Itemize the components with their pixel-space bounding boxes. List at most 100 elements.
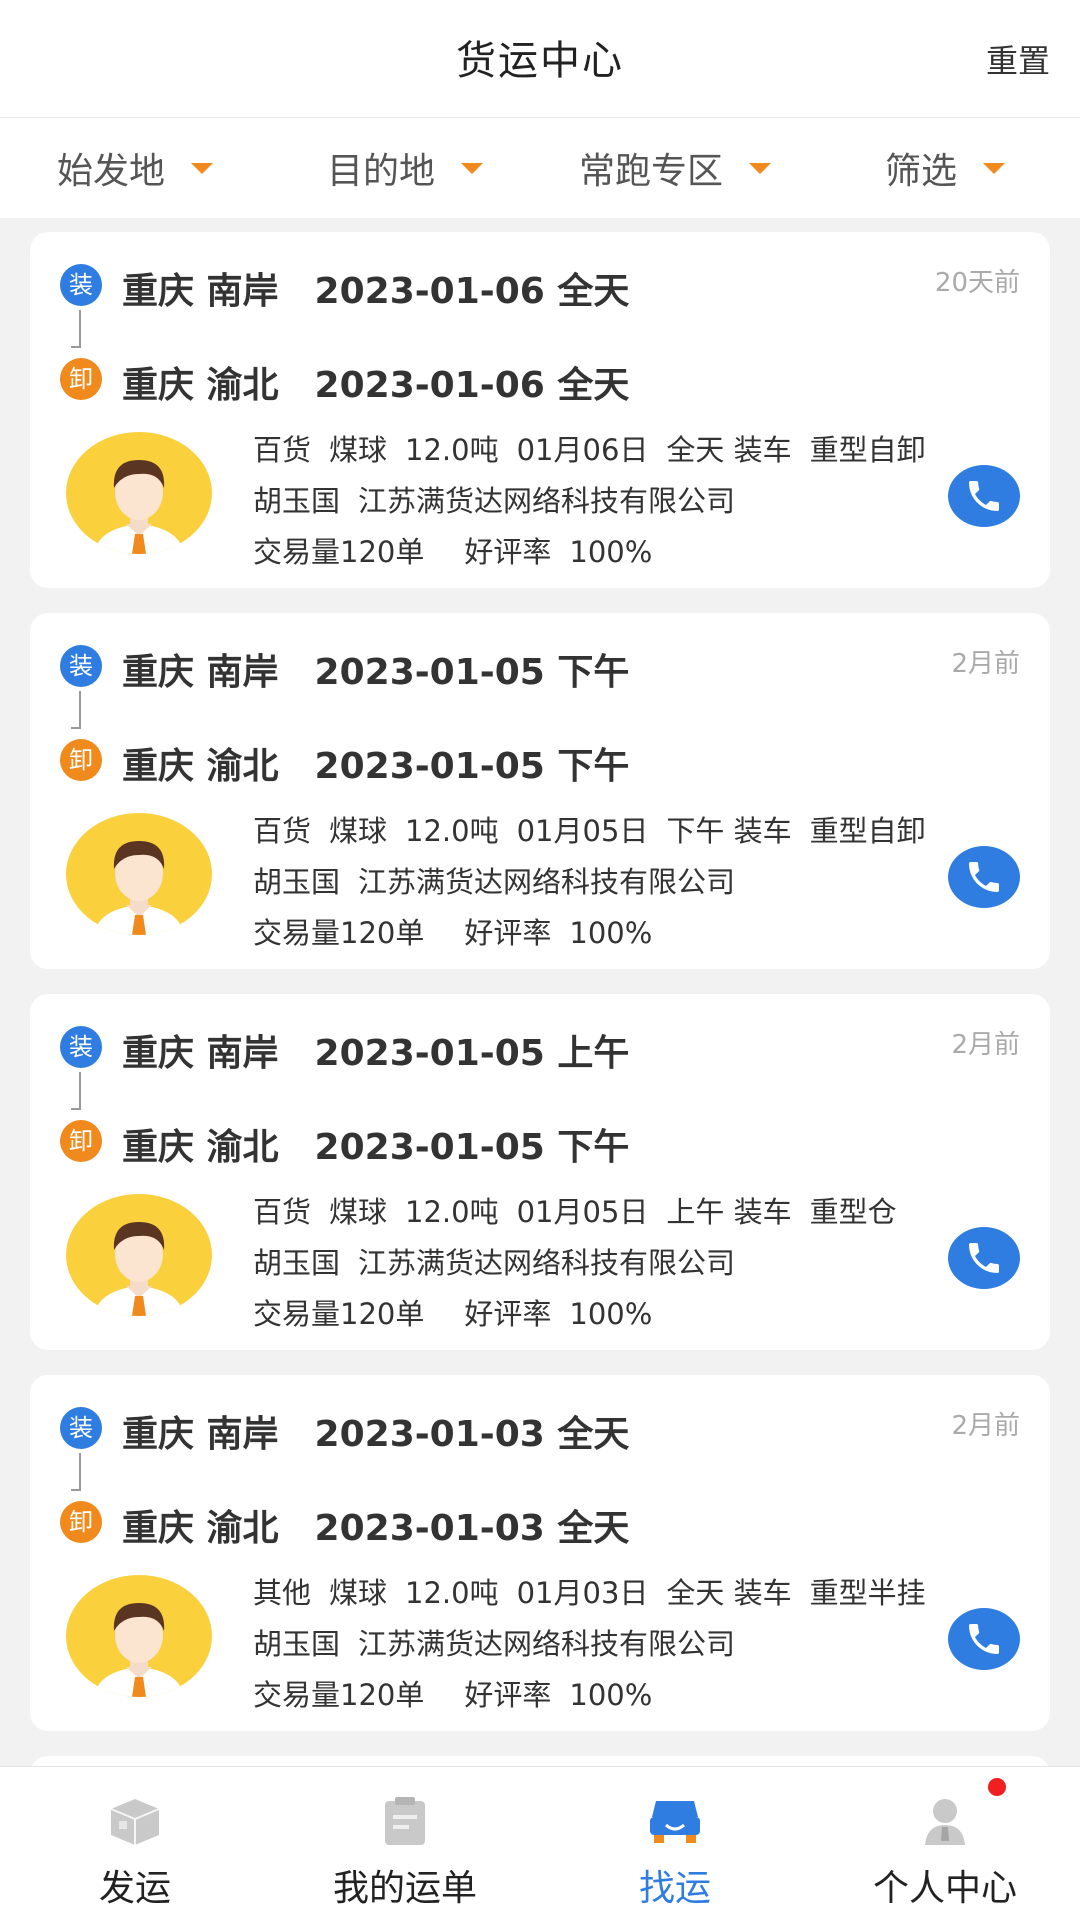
cargo-weight: 12.0吨	[405, 1195, 499, 1229]
load-route: 重庆 南岸 2023-01-06 全天	[122, 262, 629, 314]
load-badge: 装	[60, 1026, 102, 1068]
rating-label: 好评率	[464, 916, 552, 950]
phone-icon	[969, 1243, 999, 1273]
stats-info: 交易量120单 好评率 100%	[253, 529, 652, 571]
call-button[interactable]	[948, 846, 1020, 908]
unload-badge: 卸	[60, 1120, 102, 1162]
call-button[interactable]	[948, 1227, 1020, 1289]
truck-type: 重型自卸	[809, 433, 926, 467]
stats-info: 交易量120单 好评率 100%	[253, 1291, 652, 1333]
filter-destination[interactable]: 目的地	[270, 142, 540, 194]
route-connector	[71, 1453, 81, 1491]
truck-icon	[646, 1795, 704, 1851]
reset-button[interactable]: 重置	[986, 36, 1050, 82]
load-badge: 装	[60, 645, 102, 687]
cargo-slot: 全天 装车	[666, 433, 792, 467]
filter-origin[interactable]: 始发地	[0, 142, 270, 194]
load-route: 重庆 南岸 2023-01-03 全天	[122, 1405, 629, 1457]
person-avatar-icon	[94, 841, 184, 935]
notification-dot	[988, 1778, 1006, 1796]
box-icon	[107, 1795, 163, 1851]
cargo-date: 01月03日	[516, 1576, 649, 1610]
load-route: 重庆 南岸 2023-01-05 下午	[122, 643, 629, 695]
unload-place: 重庆 渝北	[122, 365, 279, 406]
call-button[interactable]	[948, 465, 1020, 527]
company-name: 江苏满货达网络科技有限公司	[358, 484, 736, 518]
cargo-type: 百货	[253, 1195, 312, 1229]
company-name: 江苏满货达网络科技有限公司	[358, 1246, 736, 1280]
freight-card[interactable]: 装 卸 重庆 南岸 2023-01-05 下午 重庆 渝北 2023-01-05 下…	[30, 613, 1050, 969]
route-connector	[71, 1072, 81, 1110]
page-title: 货运中心	[456, 38, 624, 84]
freight-list: 装 卸 重庆 南岸 2023-01-06 全天 重庆 渝北 2023-01-06 全…	[30, 232, 1050, 1756]
contact-info: 胡玉国 江苏满货达网络科技有限公司	[253, 1621, 735, 1663]
unload-badge: 卸	[60, 358, 102, 400]
caret-down-icon	[983, 162, 1005, 174]
stats-info: 交易量120单 好评率 100%	[253, 910, 652, 952]
cargo-info: 百货 煤球 12.0吨 01月06日 全天 装车 重型自卸	[253, 427, 926, 469]
avatar	[66, 813, 212, 935]
cargo-slot: 下午 装车	[666, 814, 792, 848]
call-button[interactable]	[948, 1608, 1020, 1670]
trade-volume: 交易量120单	[253, 535, 425, 569]
cargo-name: 煤球	[329, 1195, 388, 1229]
person-avatar-icon	[94, 1222, 184, 1316]
trade-volume: 交易量120单	[253, 1297, 425, 1331]
filter-bar: 始发地 目的地 常跑专区 筛选	[0, 118, 1080, 218]
contact-info: 胡玉国 江苏满货达网络科技有限公司	[253, 1240, 735, 1282]
company-name: 江苏满货达网络科技有限公司	[358, 865, 736, 899]
tab-label: 找运	[638, 1868, 711, 1909]
cargo-info: 百货 煤球 12.0吨 01月05日 上午 装车 重型仓	[253, 1189, 897, 1231]
load-place: 重庆 南岸	[122, 1414, 279, 1455]
load-place: 重庆 南岸	[122, 652, 279, 693]
caret-down-icon	[749, 162, 771, 174]
avatar	[66, 1194, 212, 1316]
unload-date: 2023-01-06 全天	[314, 365, 630, 406]
unload-route: 重庆 渝北 2023-01-03 全天	[122, 1499, 629, 1551]
contact-info: 胡玉国 江苏满货达网络科技有限公司	[253, 859, 735, 901]
unload-date: 2023-01-03 全天	[314, 1508, 630, 1549]
unload-route: 重庆 渝北 2023-01-06 全天	[122, 356, 629, 408]
phone-icon	[969, 1624, 999, 1654]
freight-card[interactable]: 装 卸 重庆 南岸 2023-01-06 全天 重庆 渝北 2023-01-06 全…	[30, 232, 1050, 588]
caret-down-icon	[461, 162, 483, 174]
cargo-type: 百货	[253, 433, 312, 467]
posted-time: 2月前	[951, 1411, 1020, 1441]
truck-type: 重型半挂	[809, 1576, 926, 1610]
cargo-date: 01月06日	[516, 433, 649, 467]
cargo-type: 其他	[253, 1576, 312, 1610]
filter-label: 常跑专区	[578, 151, 723, 192]
unload-place: 重庆 渝北	[122, 1508, 279, 1549]
filter-frequent-routes[interactable]: 常跑专区	[540, 142, 810, 194]
cargo-name: 煤球	[329, 433, 388, 467]
load-date: 2023-01-05 上午	[314, 1033, 630, 1074]
freight-card[interactable]: 装 卸 重庆 南岸 2023-01-03 全天 重庆 渝北 2023-01-03 全…	[30, 1375, 1050, 1731]
app-header: 货运中心 重置	[0, 0, 1080, 118]
contact-name: 胡玉国	[253, 865, 341, 899]
load-date: 2023-01-06 全天	[314, 271, 630, 312]
load-badge: 装	[60, 1407, 102, 1449]
rating-value: 100%	[569, 1297, 653, 1331]
tab-ship[interactable]: 发运	[0, 1767, 270, 1920]
trade-volume: 交易量120单	[253, 1678, 425, 1712]
route-connector	[71, 691, 81, 729]
rating-label: 好评率	[464, 1297, 552, 1331]
person-avatar-icon	[94, 460, 184, 554]
rating-label: 好评率	[464, 1678, 552, 1712]
cargo-date: 01月05日	[516, 1195, 649, 1229]
cargo-name: 煤球	[329, 1576, 388, 1610]
filter-more[interactable]: 筛选	[810, 142, 1080, 194]
freight-card[interactable]: 装 卸 重庆 南岸 2023-01-05 上午 重庆 渝北 2023-01-05 下…	[30, 994, 1050, 1350]
cargo-name: 煤球	[329, 814, 388, 848]
tab-profile[interactable]: 个人中心	[810, 1767, 1080, 1920]
tab-find-freight[interactable]: 找运	[540, 1767, 810, 1920]
load-date: 2023-01-05 下午	[314, 652, 630, 693]
bottom-tab-bar: 发运 我的运单 找运 个人中心	[0, 1766, 1080, 1920]
load-date: 2023-01-03 全天	[314, 1414, 630, 1455]
cargo-date: 01月05日	[516, 814, 649, 848]
posted-time: 2月前	[951, 1030, 1020, 1060]
tab-my-orders[interactable]: 我的运单	[270, 1767, 540, 1920]
truck-type: 重型仓	[809, 1195, 897, 1229]
posted-time: 20天前	[934, 268, 1020, 298]
contact-name: 胡玉国	[253, 1627, 341, 1661]
